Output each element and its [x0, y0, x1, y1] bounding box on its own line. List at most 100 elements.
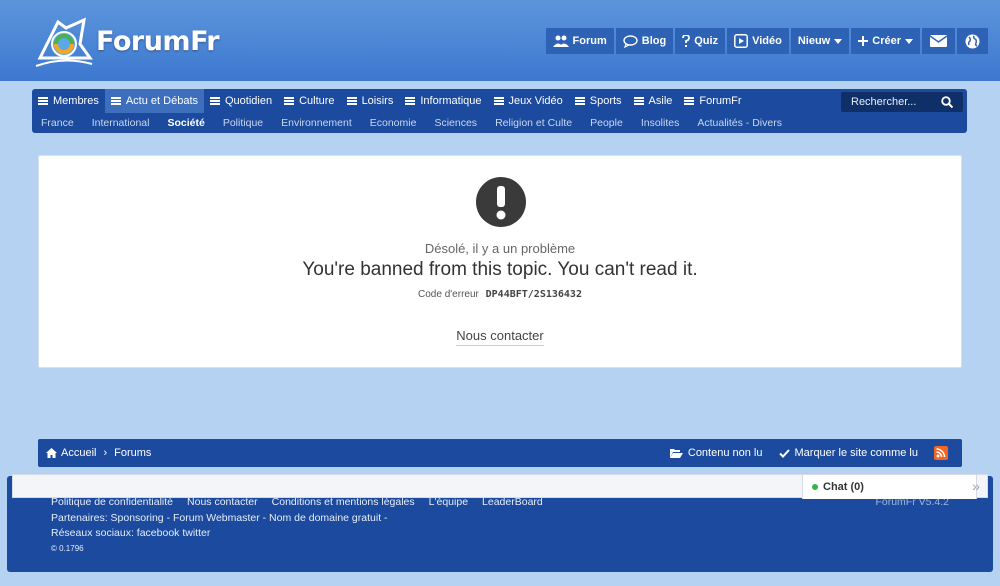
menu-icon [405, 97, 416, 105]
nav-language[interactable] [957, 28, 988, 54]
double-chevron-right-icon: » [972, 478, 980, 494]
subnav-item-insolites[interactable]: Insolites [632, 113, 689, 133]
nav-item-label: Loisirs [361, 95, 394, 107]
nav-item-label: Sports [589, 95, 622, 107]
subnav-item-sciences[interactable]: Sciences [425, 113, 486, 133]
nav-item-label: Asile [648, 95, 673, 107]
check-icon [778, 448, 790, 458]
subnav-item-people[interactable]: People [581, 113, 632, 133]
logo-emblem-icon [35, 17, 93, 67]
nav-video[interactable]: Vidéo [727, 28, 789, 54]
plus-icon [858, 36, 869, 46]
main-navigation: Membres Actu et Débats Quotidien Culture… [32, 89, 967, 133]
nav-item-informatique[interactable]: Informatique [399, 89, 487, 113]
envelope-icon [930, 35, 947, 47]
nav-new-label: Nieuw [797, 35, 831, 47]
nav-item-actu-et-debats[interactable]: Actu et Débats [104, 89, 204, 113]
mark-site-read-link[interactable]: Marquer le site comme lu [778, 447, 919, 459]
nav-messages[interactable] [922, 28, 955, 54]
nav-item-label: Informatique [420, 95, 482, 107]
error-card: Désolé, il y a un problème You're banned… [38, 155, 962, 368]
subnav-item-environnement[interactable]: Environnement [272, 113, 361, 133]
search-input[interactable] [841, 96, 937, 108]
rss-icon [936, 448, 946, 458]
footer-partners[interactable]: Partenaires: Sponsoring - Forum Webmaste… [51, 512, 388, 524]
subnav-item-politique[interactable]: Politique [214, 113, 272, 133]
nav-item-jeux-video[interactable]: Jeux Vidéo [488, 89, 569, 113]
error-subtitle: Désolé, il y a un problème [424, 241, 576, 256]
nav-item-label: ForumFr [699, 95, 742, 107]
nav-new-dropdown[interactable]: Nieuw [790, 28, 850, 54]
error-message: You're banned from this topic. You can't… [302, 259, 698, 280]
breadcrumb-forums[interactable]: Forums [114, 447, 151, 459]
search-box [841, 92, 963, 112]
footer-social[interactable]: Réseaux sociaux: facebook twitter [51, 527, 210, 539]
breadcrumb-bar: Accueil › Forums Contenu non lu Marquer … [38, 439, 962, 467]
caret-down-icon [905, 38, 913, 44]
error-code-label: Code d'erreur [418, 289, 479, 300]
footer-copyright: © 0.1796 [51, 544, 84, 553]
menu-icon [633, 97, 644, 105]
nav-create-label: Créer [872, 35, 901, 47]
nav-forum-label: Forum [572, 35, 607, 47]
menu-icon [38, 97, 48, 105]
nav-quiz-label: Quiz [694, 35, 719, 47]
chat-tab[interactable]: Chat (0) [802, 474, 977, 499]
play-icon [734, 34, 749, 48]
nav-forum[interactable]: Forum [545, 28, 614, 54]
menu-icon [493, 97, 504, 105]
home-icon [46, 448, 57, 458]
menu-icon [284, 97, 295, 105]
error-code: DP44BFT/2S136432 [485, 289, 582, 300]
subnav-item-france[interactable]: France [32, 113, 83, 133]
unread-content-label: Contenu non lu [687, 447, 763, 459]
nav-item-label: Jeux Vidéo [508, 95, 563, 107]
logo-wordmark: ForumFr [96, 26, 220, 57]
subnav-item-international[interactable]: International [83, 113, 159, 133]
search-icon [941, 96, 953, 108]
folder-open-icon [669, 449, 683, 458]
contact-link[interactable]: Nous contacter [456, 328, 544, 346]
chat-expand-button[interactable]: » [965, 475, 987, 497]
nav-item-membres[interactable]: Membres [32, 89, 105, 113]
question-icon [682, 35, 691, 47]
forumfr-logo[interactable]: ForumFr [34, 14, 220, 70]
subnav-item-actualites-divers[interactable]: Actualités - Divers [688, 113, 791, 133]
contact-link-wrap: Nous contacter [39, 328, 961, 346]
menu-icon [574, 97, 585, 105]
nav-item-loisirs[interactable]: Loisirs [341, 89, 400, 113]
nav-subcategories: France International Société Politique E… [32, 113, 791, 133]
breadcrumb-separator: › [103, 447, 108, 459]
breadcrumb-home[interactable]: Accueil [61, 447, 96, 459]
nav-item-quotidien[interactable]: Quotidien [204, 89, 278, 113]
chat-label: Chat (0) [823, 481, 864, 493]
nav-item-asile[interactable]: Asile [628, 89, 679, 113]
nav-item-label: Membres [53, 95, 99, 107]
exclamation-icon [476, 177, 526, 227]
top-navigation: Forum Blog Quiz Vidéo Nieuw Créer [545, 28, 988, 54]
nav-item-culture[interactable]: Culture [278, 89, 340, 113]
mark-site-read-label: Marquer le site comme lu [794, 447, 919, 459]
breadcrumb: Accueil › Forums [46, 439, 151, 467]
menu-icon [210, 97, 220, 105]
menu-icon [110, 97, 121, 105]
nav-item-sports[interactable]: Sports [569, 89, 628, 113]
nav-create-dropdown[interactable]: Créer [851, 28, 920, 54]
subnav-item-economie[interactable]: Economie [361, 113, 426, 133]
nav-item-forumfr[interactable]: ForumFr [678, 89, 747, 113]
nav-quiz[interactable]: Quiz [675, 28, 726, 54]
nav-video-label: Vidéo [752, 35, 782, 47]
nav-blog[interactable]: Blog [615, 28, 674, 54]
nav-blog-label: Blog [641, 35, 667, 47]
menu-icon [346, 97, 357, 105]
chat-bar: Chat (0) » [12, 474, 988, 499]
rss-button[interactable] [934, 446, 948, 460]
subnav-item-societe[interactable]: Société [158, 113, 213, 133]
search-button[interactable] [937, 92, 957, 112]
users-icon [552, 35, 569, 47]
caret-down-icon [834, 38, 843, 44]
subnav-item-religion[interactable]: Religion et Culte [486, 113, 581, 133]
unread-content-link[interactable]: Contenu non lu [669, 447, 763, 459]
menu-icon [684, 97, 695, 105]
online-dot-icon [812, 484, 818, 490]
